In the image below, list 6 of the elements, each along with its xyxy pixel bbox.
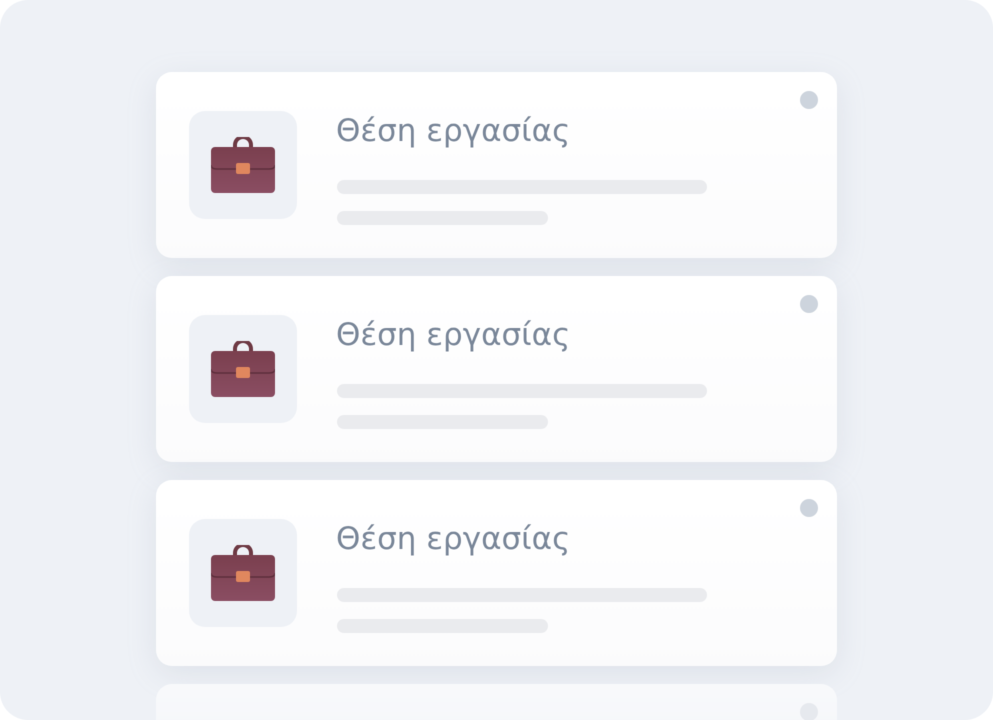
briefcase-icon [211, 341, 275, 397]
briefcase-icon [211, 545, 275, 601]
card-title: Θέση εργασίας [336, 316, 572, 355]
card-title: Θέση εργασίας [336, 520, 572, 559]
card-title: Θέση εργασίας [336, 112, 572, 151]
briefcase-icon [211, 137, 275, 193]
